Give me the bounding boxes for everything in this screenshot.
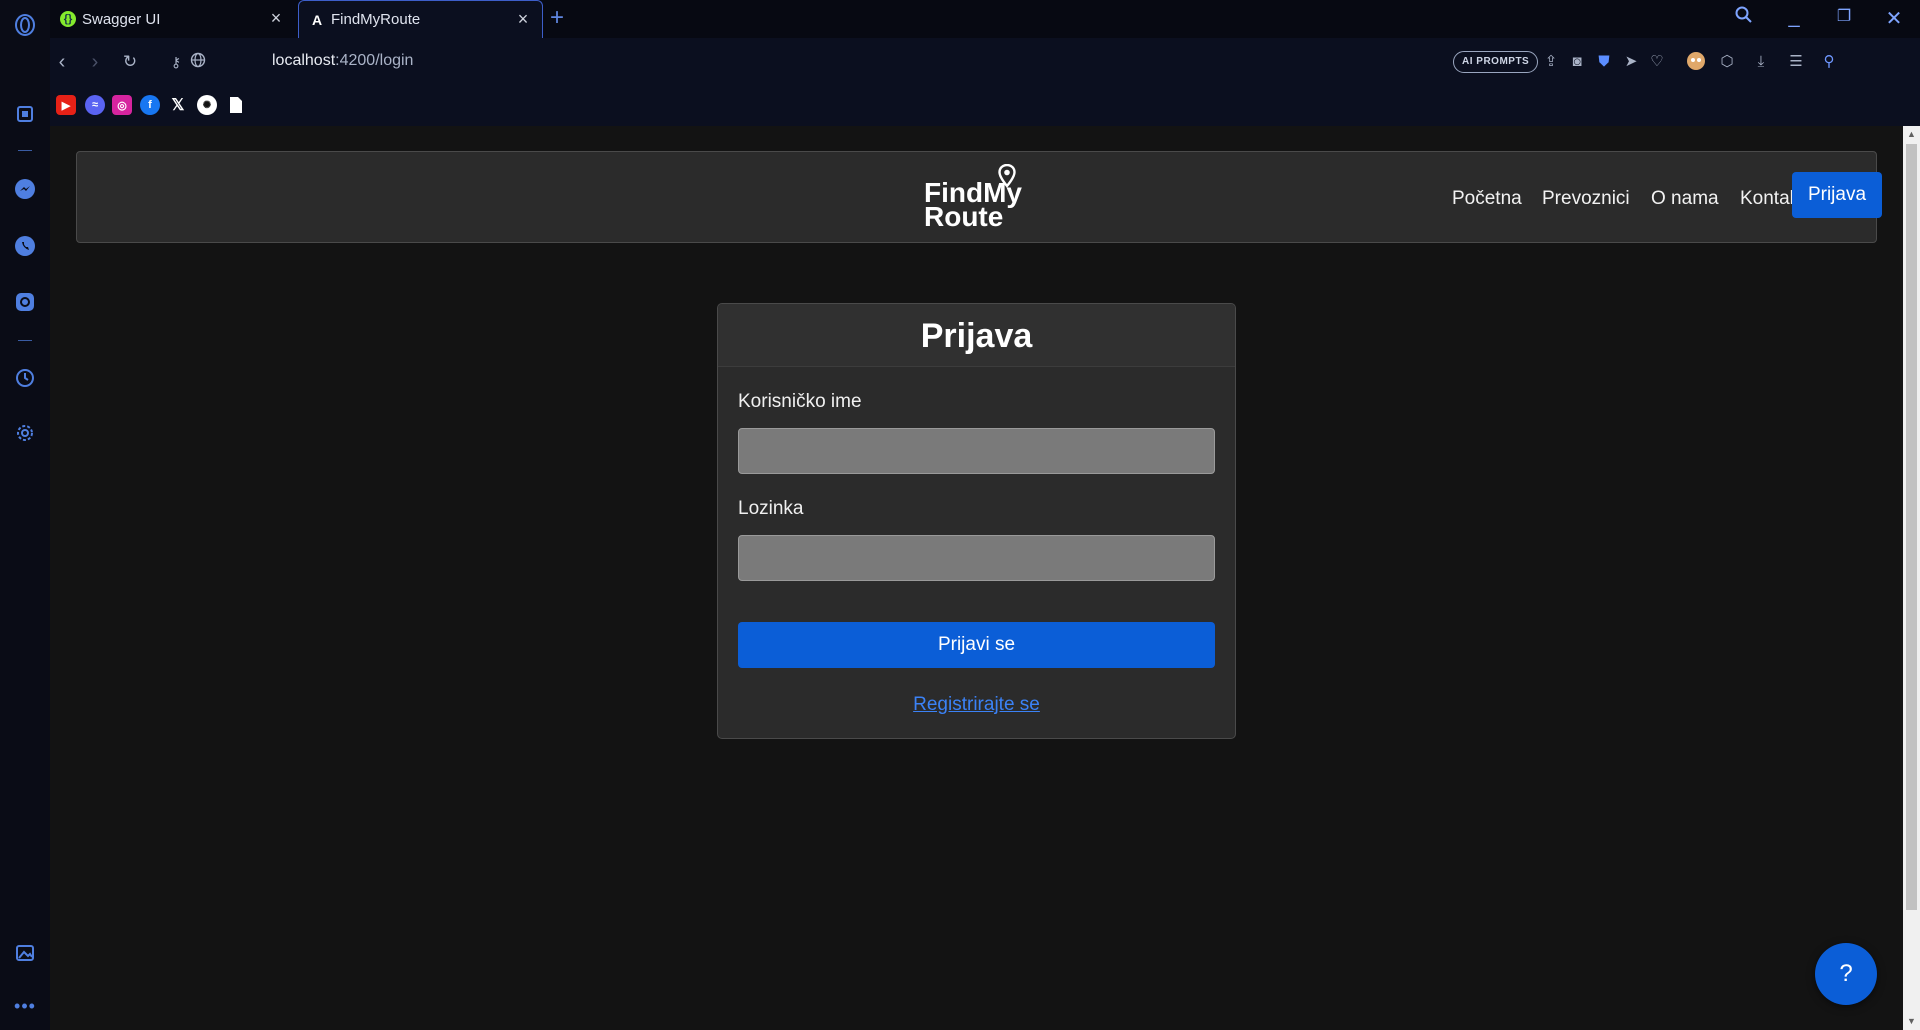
password-label: Lozinka — [738, 498, 804, 519]
angular-icon: A — [311, 11, 323, 28]
forward-icon[interactable]: › — [83, 50, 107, 74]
ai-prompts-button[interactable]: AI PROMPTS — [1453, 51, 1539, 73]
url-path: :4200/login — [335, 52, 414, 69]
profile-avatar-icon[interactable] — [1685, 51, 1707, 73]
back-icon[interactable]: ‹ — [50, 50, 74, 74]
site-key-icon[interactable]: ⚷ — [164, 50, 188, 74]
sidebar-divider — [18, 150, 32, 151]
heart-icon[interactable]: ♡ — [1646, 51, 1668, 73]
instagram-bookmark-icon[interactable]: ◎ — [112, 95, 132, 115]
whatsapp-icon[interactable] — [13, 234, 37, 258]
history-icon[interactable] — [13, 366, 37, 390]
username-input[interactable] — [738, 428, 1215, 474]
send-icon[interactable]: ➤ — [1620, 51, 1642, 73]
nav-link-home[interactable]: Početna — [1452, 188, 1522, 210]
tab-title: FindMyRoute — [331, 11, 421, 28]
findmyroute-logo[interactable]: FindMy Route — [924, 164, 1034, 234]
login-submit-button[interactable]: Prijavi se — [738, 622, 1215, 668]
close-window-icon[interactable]: ✕ — [1878, 6, 1910, 32]
gallery-icon[interactable] — [13, 941, 37, 965]
opera-menu-icon[interactable] — [13, 13, 37, 37]
page-viewport: FindMy Route Početna Prevoznici O nama K… — [50, 126, 1903, 1030]
bookmarks-bar: ▶ ≈ ◎ f 𝕏 ✺ — [50, 86, 1920, 126]
url-host: localhost — [272, 52, 336, 69]
reload-icon[interactable]: ↻ — [118, 50, 142, 74]
youtube-icon[interactable]: ▶ — [56, 95, 76, 115]
register-link[interactable]: Registrirajte se — [718, 694, 1235, 716]
messenger-icon[interactable] — [13, 177, 37, 201]
globe-icon[interactable] — [186, 50, 210, 74]
location-pin-icon — [998, 164, 1016, 188]
more-options-icon[interactable]: ••• — [13, 994, 37, 1018]
chatgpt-icon[interactable]: ✺ — [197, 95, 217, 115]
extensions-cube-icon[interactable]: ⬡ — [1716, 51, 1738, 73]
sidebar-divider — [18, 340, 32, 341]
scrollbar-thumb[interactable] — [1906, 144, 1917, 910]
close-tab-icon[interactable]: × — [267, 9, 285, 27]
account-icon[interactable]: ⚲ — [1818, 51, 1840, 73]
close-tab-icon[interactable]: × — [514, 10, 532, 28]
new-tab-icon[interactable]: + — [550, 4, 564, 32]
login-card: Prijava Korisničko ime Lozinka Prijavi s… — [717, 303, 1236, 739]
help-button[interactable]: ? — [1815, 943, 1877, 1005]
minimize-icon[interactable]: _ — [1778, 6, 1810, 32]
tab-swagger-ui[interactable]: {} Swagger UI × — [50, 0, 295, 38]
page-scrollbar[interactable]: ▲ ▼ — [1903, 126, 1920, 1030]
url-field[interactable]: localhost:4200/login — [272, 52, 413, 70]
tab-title: Swagger UI — [82, 10, 161, 28]
messenger-bookmark-icon[interactable]: ≈ — [85, 95, 105, 115]
site-navbar: FindMy Route Početna Prevoznici O nama K… — [76, 151, 1882, 243]
password-input[interactable] — [738, 535, 1215, 581]
nav-link-about[interactable]: O nama — [1651, 188, 1719, 210]
search-tabs-icon[interactable] — [1728, 6, 1760, 32]
logo-line-2: Route — [924, 201, 1004, 232]
scroll-down-arrow-icon[interactable]: ▼ — [1903, 1013, 1920, 1030]
tab-strip: {} Swagger UI × A FindMyRoute × + _ ❐ ✕ — [50, 0, 1920, 38]
nav-login-button[interactable]: Prijava — [1792, 172, 1882, 218]
x-twitter-icon[interactable]: 𝕏 — [168, 95, 188, 115]
share-icon[interactable]: ⇪ — [1540, 51, 1562, 73]
username-label: Korisničko ime — [738, 391, 862, 412]
facebook-icon[interactable]: f — [140, 95, 160, 115]
browser-sidebar: ••• — [0, 0, 50, 1030]
tab-findmyroute[interactable]: A FindMyRoute × — [298, 0, 543, 38]
camera-icon[interactable]: ◙ — [1566, 51, 1588, 73]
settings-gear-icon[interactable] — [13, 421, 37, 445]
scroll-up-arrow-icon[interactable]: ▲ — [1903, 126, 1920, 143]
address-bar: ‹ › ↻ ⚷ localhost:4200/login AI PROMPTS … — [50, 38, 1920, 86]
vpn-shield-icon[interactable]: ⛊ — [1593, 51, 1615, 73]
ai-chip-icon[interactable] — [13, 102, 37, 126]
easy-setup-icon[interactable]: ☰ — [1785, 51, 1807, 73]
swagger-icon: {} — [60, 11, 76, 27]
browser-window: ••• {} Swagger UI × A FindMyRoute × + _ … — [0, 0, 1920, 1030]
document-icon[interactable] — [226, 95, 246, 115]
restore-icon[interactable]: ❐ — [1828, 6, 1860, 32]
nav-link-carriers[interactable]: Prevoznici — [1542, 188, 1630, 210]
download-icon[interactable]: ⤓ — [1750, 51, 1772, 73]
instagram-icon[interactable] — [13, 290, 37, 314]
login-title: Prijava — [718, 304, 1235, 367]
